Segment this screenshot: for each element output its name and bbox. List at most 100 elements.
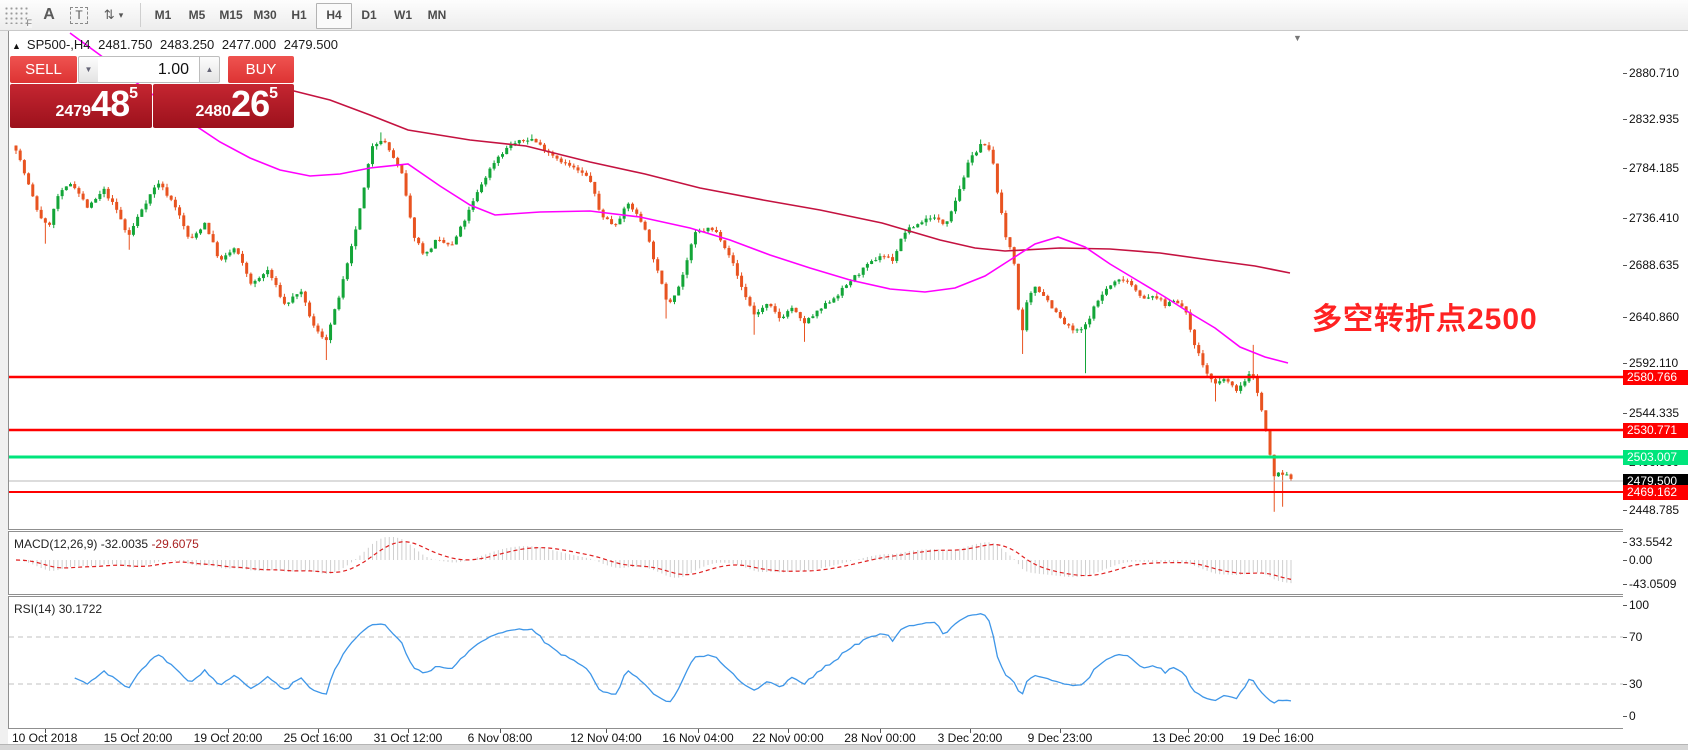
macd-value-1: -32.0035 xyxy=(100,537,149,551)
mt4-window: F A T ⇅ ▾ M1 M5 M15 M30 H1 H4 D1 W1 MN ▲ SP500-,H4… xyxy=(0,0,1688,750)
time-label: 15 Oct 20:00 xyxy=(103,731,173,745)
time-label: 3 Dec 20:00 xyxy=(937,731,1003,745)
text-box-icon-glyph: T xyxy=(70,6,88,24)
axis-label: 0 xyxy=(1629,709,1636,723)
axis-tick xyxy=(1623,542,1627,543)
timeframe-d1[interactable]: D1 xyxy=(352,3,386,27)
sell-button[interactable]: SELL xyxy=(10,56,77,83)
time-axis[interactable]: 10 Oct 2018 15 Oct 20:00 19 Oct 20:00 25 Oc… xyxy=(8,729,1623,745)
axis-tick xyxy=(1623,684,1627,685)
volume-input[interactable] xyxy=(98,56,199,83)
time-label: 19 Oct 20:00 xyxy=(193,731,263,745)
time-label: 12 Nov 04:00 xyxy=(570,731,642,745)
sell-price-display[interactable]: 2479485 xyxy=(10,84,152,128)
macd-name: MACD(12,26,9) xyxy=(14,537,98,551)
axis-label: 33.5542 xyxy=(1629,535,1673,549)
axis-tick xyxy=(1623,168,1627,169)
buy-price-display[interactable]: 2480265 xyxy=(153,84,294,128)
text-box-icon[interactable]: T xyxy=(66,4,92,26)
timeframe-m5[interactable]: M5 xyxy=(180,3,214,27)
axis-tick xyxy=(1623,218,1627,219)
axis-tick xyxy=(1623,637,1627,638)
sell-price-sup: 5 xyxy=(129,85,138,102)
close-value: 2479.500 xyxy=(283,37,338,52)
macd-pane[interactable] xyxy=(9,533,1623,594)
axis-label: 2880.710 xyxy=(1629,66,1680,80)
rsi-value: 30.1722 xyxy=(58,602,103,616)
time-label: 9 Dec 23:00 xyxy=(1027,731,1093,745)
volume-decrease-button[interactable]: ▼ xyxy=(78,56,99,83)
chart-shift-marker[interactable]: ▼ xyxy=(1293,33,1302,43)
one-click-trading-panel: SELL ▼ ▲ BUY 2479485 2480265 xyxy=(10,56,294,128)
time-label: 28 Nov 00:00 xyxy=(844,731,916,745)
axis-tick xyxy=(1623,413,1627,414)
chevron-down-icon: ▾ xyxy=(118,9,125,20)
rsi-label: RSI(14) 30.1722 xyxy=(14,602,102,616)
rsi-name: RSI(14) xyxy=(14,602,56,616)
symbol-label: SP500-,H4 xyxy=(26,37,91,52)
toolbar-separator xyxy=(140,3,141,27)
axis-label: 2736.410 xyxy=(1629,211,1680,225)
timeframe-group: M1 M5 M15 M30 H1 H4 D1 W1 MN xyxy=(146,3,454,29)
axis-tick xyxy=(1623,363,1627,364)
timeframe-h1[interactable]: H1 xyxy=(282,3,316,27)
time-label: 10 Oct 2018 xyxy=(12,731,78,745)
buy-price-sup: 5 xyxy=(269,85,278,102)
price-axis[interactable]: 2880.710 2832.935 2784.185 2736.410 2688.635… xyxy=(1623,31,1688,744)
timeframe-h4[interactable]: H4 xyxy=(316,3,352,29)
price-badge: 2530.771 xyxy=(1623,423,1688,438)
axis-tick xyxy=(1623,605,1627,606)
time-label: 16 Nov 04:00 xyxy=(662,731,734,745)
buy-price-big: 26 xyxy=(231,84,270,124)
time-label: 25 Oct 16:00 xyxy=(283,731,353,745)
time-label: 31 Oct 12:00 xyxy=(373,731,443,745)
axis-label: 2832.935 xyxy=(1629,112,1680,126)
chart-annotation-text: 多空转折点2500 xyxy=(1312,303,1538,336)
toolbar: F A T ⇅ ▾ M1 M5 M15 M30 H1 H4 D1 W1 MN xyxy=(0,0,1688,31)
axis-tick xyxy=(1623,73,1627,74)
axis-tick xyxy=(1623,716,1627,717)
axis-label: -43.0509 xyxy=(1629,577,1677,591)
toolbar-drag-handle[interactable]: F xyxy=(4,6,32,28)
open-value: 2481.750 xyxy=(98,37,153,52)
price-badge: 2469.162 xyxy=(1623,485,1688,500)
arrows-glyph: ⇅ xyxy=(103,7,116,22)
low-value: 2477.000 xyxy=(221,37,277,52)
timeframe-mn[interactable]: MN xyxy=(420,3,454,27)
high-value: 2483.250 xyxy=(160,37,215,52)
price-badge: 2503.007 xyxy=(1623,450,1688,465)
timeframe-m15[interactable]: M15 xyxy=(214,3,248,27)
volume-increase-button[interactable]: ▲ xyxy=(199,56,220,83)
panel-expand-icon[interactable]: ▲ xyxy=(12,41,21,51)
sell-price-small: 2479 xyxy=(55,103,92,120)
macd-label: MACD(12,26,9) -32.0035 -29.6075 xyxy=(14,537,199,551)
axis-label: 2688.635 xyxy=(1629,258,1680,272)
axis-tick xyxy=(1623,510,1627,511)
pane-separator-rsi[interactable] xyxy=(8,594,1623,595)
time-label: 13 Dec 20:00 xyxy=(1152,731,1224,745)
axis-label: 70 xyxy=(1629,630,1643,644)
timeframe-w1[interactable]: W1 xyxy=(386,3,420,27)
price-badge: 2580.766 xyxy=(1623,370,1688,385)
pane-separator-macd[interactable] xyxy=(8,529,1623,530)
time-label: 22 Nov 00:00 xyxy=(752,731,824,745)
axis-tick xyxy=(1623,119,1627,120)
axis-label: 2448.785 xyxy=(1629,503,1680,517)
axis-label: 30 xyxy=(1629,677,1643,691)
cycle-arrows-icon[interactable]: ⇅ ▾ xyxy=(97,4,131,26)
buy-price-small: 2480 xyxy=(195,103,232,120)
macd-value-2: -29.6075 xyxy=(151,537,199,551)
buy-button[interactable]: BUY xyxy=(228,56,294,83)
rsi-pane[interactable] xyxy=(9,598,1623,728)
text-annotation-icon[interactable]: A xyxy=(36,4,62,26)
axis-label: 0.00 xyxy=(1629,553,1653,567)
timeframe-m1[interactable]: M1 xyxy=(146,3,180,27)
axis-label: 2784.185 xyxy=(1629,161,1680,175)
axis-label: 2640.860 xyxy=(1629,310,1680,324)
ohlc-header: ▲ SP500-,H4 2481.750 2483.250 2477.000 24… xyxy=(12,37,342,52)
axis-label: 2544.335 xyxy=(1629,406,1680,420)
axis-tick xyxy=(1623,265,1627,266)
timeframe-m30[interactable]: M30 xyxy=(248,3,282,27)
time-label: 6 Nov 08:00 xyxy=(467,731,533,745)
axis-label: 100 xyxy=(1629,598,1650,612)
